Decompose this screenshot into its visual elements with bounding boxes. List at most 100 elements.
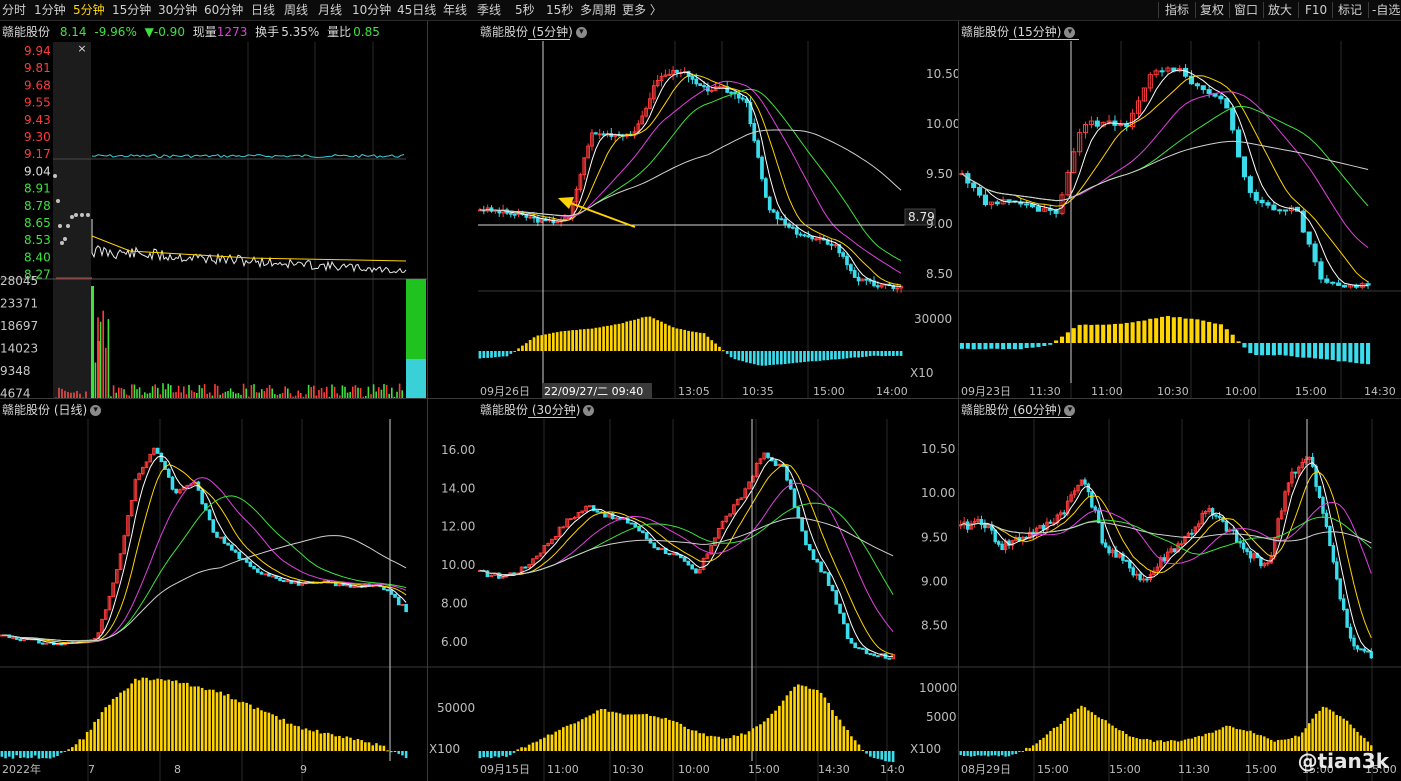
tab-quarterly[interactable]: 季线 (477, 0, 501, 20)
panel-title-60min[interactable]: 赣能股份 (60分钟) ▾ (961, 401, 1076, 418)
selection-highlight (53, 42, 91, 399)
candle (1277, 209, 1283, 212)
candle (763, 178, 768, 198)
candle (1365, 283, 1371, 286)
candle (841, 612, 846, 625)
macd-bar (11, 751, 15, 759)
price-tick: 10.00 (926, 117, 959, 131)
macd-bar (976, 751, 980, 756)
macd-bar (1245, 731, 1249, 751)
macd-bar (548, 333, 551, 351)
volume-bar (383, 384, 385, 399)
macd-bar (200, 687, 204, 751)
tab-timeshare[interactable]: 分时 (2, 0, 26, 20)
time-label: 14:0 (880, 763, 905, 776)
tab-5sec[interactable]: 5秒 (515, 0, 535, 20)
macd-bar (119, 692, 122, 751)
zoom-button[interactable]: 放大 (1268, 0, 1292, 20)
tab-10min[interactable]: 10分钟 (352, 0, 391, 20)
candle (1141, 578, 1146, 581)
candle (971, 182, 977, 189)
ma5-line (479, 458, 894, 658)
panel-title-daily[interactable]: 赣能股份 (日线) ▾ (2, 401, 102, 418)
watchlist-button[interactable]: -自选 (1372, 0, 1400, 20)
macd-bar (37, 751, 41, 759)
tab-30min[interactable]: 30分钟 (158, 0, 197, 20)
tab-60min[interactable]: 60分钟 (204, 0, 243, 20)
candle (1314, 465, 1318, 487)
candle (1241, 542, 1246, 550)
macd-bar (178, 683, 182, 751)
price-tick: 9.50 (921, 530, 948, 544)
macd-bar (1136, 321, 1141, 343)
tab-daily[interactable]: 日线 (251, 0, 275, 20)
macd-bar (41, 751, 44, 759)
candle (1048, 521, 1053, 524)
macd-bar (1311, 718, 1314, 751)
macd-bar (812, 689, 815, 751)
volume-bar (167, 383, 169, 399)
tab-yearly[interactable]: 年线 (443, 0, 467, 20)
macd-bar (865, 751, 868, 754)
tab-5min[interactable]: 5分钟 (73, 0, 105, 20)
volume-bar (385, 384, 388, 399)
macd-bar (1080, 705, 1083, 751)
macd-bar (691, 331, 694, 351)
window-button[interactable]: 窗口 (1234, 0, 1258, 20)
panel-title-5min[interactable]: 赣能股份 (5分钟) ▾ (480, 23, 587, 40)
macd-bar (1065, 332, 1070, 343)
tab-1min[interactable]: 1分钟 (34, 0, 66, 20)
tab-45day[interactable]: 45日线 (397, 0, 436, 20)
macd-bar (598, 327, 602, 351)
macd-bar (586, 328, 590, 351)
candle (868, 653, 873, 656)
macd-bar (111, 698, 115, 751)
panel-title-15min[interactable]: 赣能股份 (15分钟) ▾ (961, 23, 1076, 40)
macd-bar (1290, 738, 1294, 751)
macd-bar (130, 683, 133, 751)
chevron-down-icon[interactable]: ▾ (583, 405, 595, 416)
candle (800, 517, 804, 532)
macd-bar (756, 351, 760, 366)
volume-bar (406, 359, 426, 399)
indicator-button[interactable]: 指标 (1165, 0, 1189, 20)
candle (230, 544, 234, 551)
macd-bar (899, 351, 903, 356)
panel-title-text: 赣能股份 (日线) (2, 403, 88, 417)
chevron-down-icon[interactable]: ▾ (1064, 405, 1076, 416)
macd-bar (990, 751, 993, 756)
candle (767, 196, 772, 211)
volume-bar (112, 385, 115, 399)
f10-button[interactable]: F10 (1305, 0, 1327, 20)
macd-bar (962, 751, 966, 757)
tab-15min[interactable]: 15分钟 (112, 0, 151, 20)
time-label: 2022年 (2, 762, 41, 776)
price-tick: 14.00 (441, 481, 475, 495)
chevron-down-icon[interactable]: ▾ (1064, 27, 1076, 38)
tab-multi-period[interactable]: 多周期 (580, 0, 616, 20)
macd-bar (1173, 740, 1176, 751)
chevron-down-icon[interactable]: ▾ (575, 27, 587, 38)
tab-15sec[interactable]: 15秒 (546, 0, 573, 20)
macd-bar (1313, 343, 1318, 359)
macd-bar (755, 726, 758, 751)
macd-bar (887, 751, 891, 762)
macd-bar (401, 751, 404, 756)
volume-bar (250, 384, 253, 399)
macd-bar (1159, 316, 1165, 343)
price-tick: 12.00 (441, 520, 475, 534)
macd-bar (1107, 324, 1112, 343)
chevron-down-icon[interactable]: ▾ (90, 405, 102, 416)
macd-bar (1094, 714, 1097, 751)
macd-bar (762, 721, 766, 751)
close-icon[interactable]: × (76, 43, 88, 55)
panel-title-30min[interactable]: 赣能股份 (30分钟) ▾ (480, 401, 595, 418)
adjust-button[interactable]: 复权 (1200, 0, 1224, 20)
tab-weekly[interactable]: 周线 (284, 0, 308, 20)
tab-more[interactable]: 更多 〉 (622, 0, 662, 20)
macd-bar (1038, 739, 1042, 751)
candle (775, 211, 780, 220)
tab-monthly[interactable]: 月线 (318, 0, 342, 20)
mark-button[interactable]: 标记 (1338, 0, 1362, 20)
macd-bar (1280, 739, 1283, 751)
